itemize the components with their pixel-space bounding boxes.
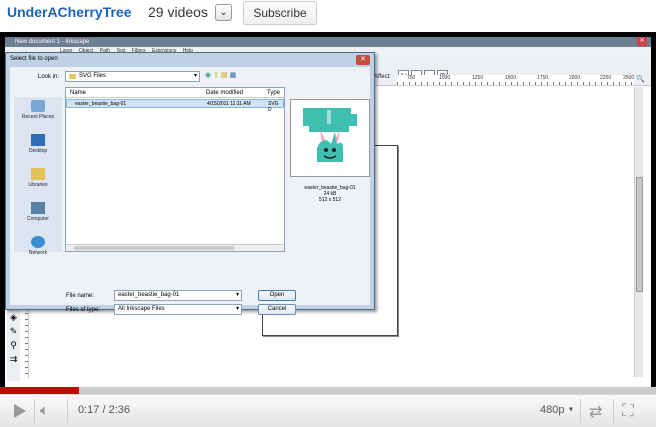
divider <box>67 399 68 423</box>
video-progress-bar[interactable] <box>0 387 656 394</box>
files-of-type-select: All Inkscape Files ▾ <box>114 304 242 315</box>
place-desktop: Desktop <box>14 134 62 165</box>
column-header: Date modified <box>206 90 244 96</box>
place-label: Network <box>28 250 48 256</box>
fullscreen-icon[interactable]: ⛶ <box>622 401 634 421</box>
dropper-tool-icon: ⚲ <box>10 340 17 350</box>
look-in-label: Look in: <box>38 74 60 80</box>
up-folder-icon: ⇧ <box>213 72 221 79</box>
volume-icon[interactable]: 🔈︎ <box>40 402 49 419</box>
divider <box>34 399 35 423</box>
ruler-label: 1500 <box>505 75 517 81</box>
place-network: Network <box>14 236 62 267</box>
desktop-icon <box>31 134 45 146</box>
video-count: 29 videos <box>148 4 208 20</box>
inkscape-titlebar: New document 1 - Inkscape ✕ <box>5 37 651 47</box>
column-header: Type <box>267 90 281 96</box>
ruler-label: 1250 <box>472 75 484 81</box>
place-label: Libraries <box>28 182 48 188</box>
ruler-label: 1750 <box>537 75 549 81</box>
bucket-tool-icon: ◈ <box>10 312 17 322</box>
files-of-type-value: All Inkscape Files <box>118 306 165 312</box>
beastie-preview-image <box>303 108 357 162</box>
view-menu-icon: ▦ <box>229 72 239 79</box>
places-bar: Recent Places Desktop Libraries Computer… <box>14 97 62 256</box>
look-in-value: SVG Files <box>79 73 107 79</box>
place-label: Desktop <box>28 148 48 154</box>
horizontal-ruler: 750 1000 1250 1500 1750 2000 2250 2500 <box>397 75 634 86</box>
file-type: SVG D <box>268 101 279 113</box>
preview-caption: easter_beastie_bag-01 24 kB 512 x 512 <box>290 185 370 203</box>
back-icon: ◉ <box>205 72 214 79</box>
folder-icon <box>69 74 76 79</box>
popout-icon[interactable]: ⇄ <box>589 402 602 422</box>
ruler-label: 2000 <box>569 75 581 81</box>
ruler-label: 2250 <box>600 75 612 81</box>
file-name-value: easter_beastie_bag-01 <box>118 292 180 298</box>
play-icon[interactable] <box>14 404 26 418</box>
divider <box>613 399 614 423</box>
connector-tool-icon: ⇉ <box>9 354 18 364</box>
network-icon <box>31 236 45 248</box>
inkscape-window: New document 1 - Inkscape ✕ Layer Object… <box>5 37 651 387</box>
chevron-down-icon: ▾ <box>235 306 239 312</box>
close-icon: ✕ <box>356 55 370 65</box>
file-list-header: Name Date modified Type <box>66 88 284 98</box>
chevron-down-icon: ▼ <box>567 406 575 414</box>
libraries-icon <box>31 168 45 180</box>
zoom-icon: 🔍 <box>636 76 645 83</box>
file-list-scrollbar <box>66 244 284 251</box>
close-icon: ✕ <box>637 37 647 46</box>
file-name: easter_beastie_bag-01 <box>75 101 127 107</box>
ruler-label: 2500 <box>623 75 635 81</box>
place-label: Computer <box>27 216 49 222</box>
progress-played <box>0 387 79 394</box>
recent-places-icon <box>31 100 45 112</box>
affect-label: Affect: <box>374 74 391 80</box>
ruler-label: 1000 <box>439 75 451 81</box>
place-libraries: Libraries <box>14 168 62 199</box>
canvas-scrollbar <box>634 87 643 377</box>
file-name-field: easter_beastie_bag-01 ▾ <box>114 290 242 301</box>
youtube-embed: UnderACherryTree 29 videos ⌄ Subscribe N… <box>0 0 656 427</box>
quality-button[interactable]: 480p ▼ <box>540 404 574 416</box>
dialog-title: Select file to open <box>10 56 58 62</box>
file-preview <box>290 99 370 177</box>
look-in-select: SVG Files ▾ <box>65 71 200 82</box>
dialog-nav-icons: ◉⇧▤▦ <box>205 71 238 79</box>
file-row: easter_beastie_bag-01 4/15/2011 11:11 AM… <box>66 99 284 113</box>
chevron-down-icon: ▾ <box>193 73 197 79</box>
chevron-down-icon[interactable]: ⌄ <box>215 4 232 21</box>
cancel-button: Cancel <box>258 304 296 315</box>
inkscape-title: New document 1 - Inkscape <box>15 39 90 45</box>
dialog-body: Look in: SVG Files ▾ ◉⇧▤▦ Recent Places <box>10 67 370 315</box>
subscribe-button[interactable]: Subscribe <box>243 1 317 25</box>
channel-header: UnderACherryTree 29 videos ⌄ Subscribe <box>0 0 656 30</box>
open-button: Open <box>258 290 296 301</box>
player-controls: 🔈︎ 0:17 / 2:36 480p ▼ ⇄ ⛶ <box>0 394 656 427</box>
file-name-label: File name: <box>66 293 95 299</box>
file-list: Name Date modified Type easter_beastie_b… <box>65 87 285 252</box>
place-label: Recent Places <box>21 114 55 120</box>
quality-value: 480p <box>540 404 565 416</box>
files-of-type-label: Files of type: <box>66 307 101 313</box>
preview-dimensions: 512 x 512 <box>319 197 341 203</box>
file-date: 4/15/2011 11:11 AM <box>207 101 251 107</box>
open-file-dialog: Select file to open ✕ Look in: SVG Files… <box>5 52 375 315</box>
new-folder-icon: ▤ <box>220 72 230 79</box>
tweak-tool-icon: ✎ <box>9 326 18 336</box>
channel-name-link[interactable]: UnderACherryTree <box>7 4 132 20</box>
place-recent: Recent Places <box>14 100 62 131</box>
column-header: Name <box>70 90 87 96</box>
chevron-down-icon: ▾ <box>235 292 239 298</box>
place-computer: Computer <box>14 202 62 233</box>
divider <box>580 399 581 423</box>
video-frame[interactable]: New document 1 - Inkscape ✕ Layer Object… <box>0 32 656 387</box>
computer-icon <box>31 202 45 214</box>
time-display: 0:17 / 2:36 <box>78 404 130 416</box>
ruler-label: 750 <box>407 75 416 81</box>
